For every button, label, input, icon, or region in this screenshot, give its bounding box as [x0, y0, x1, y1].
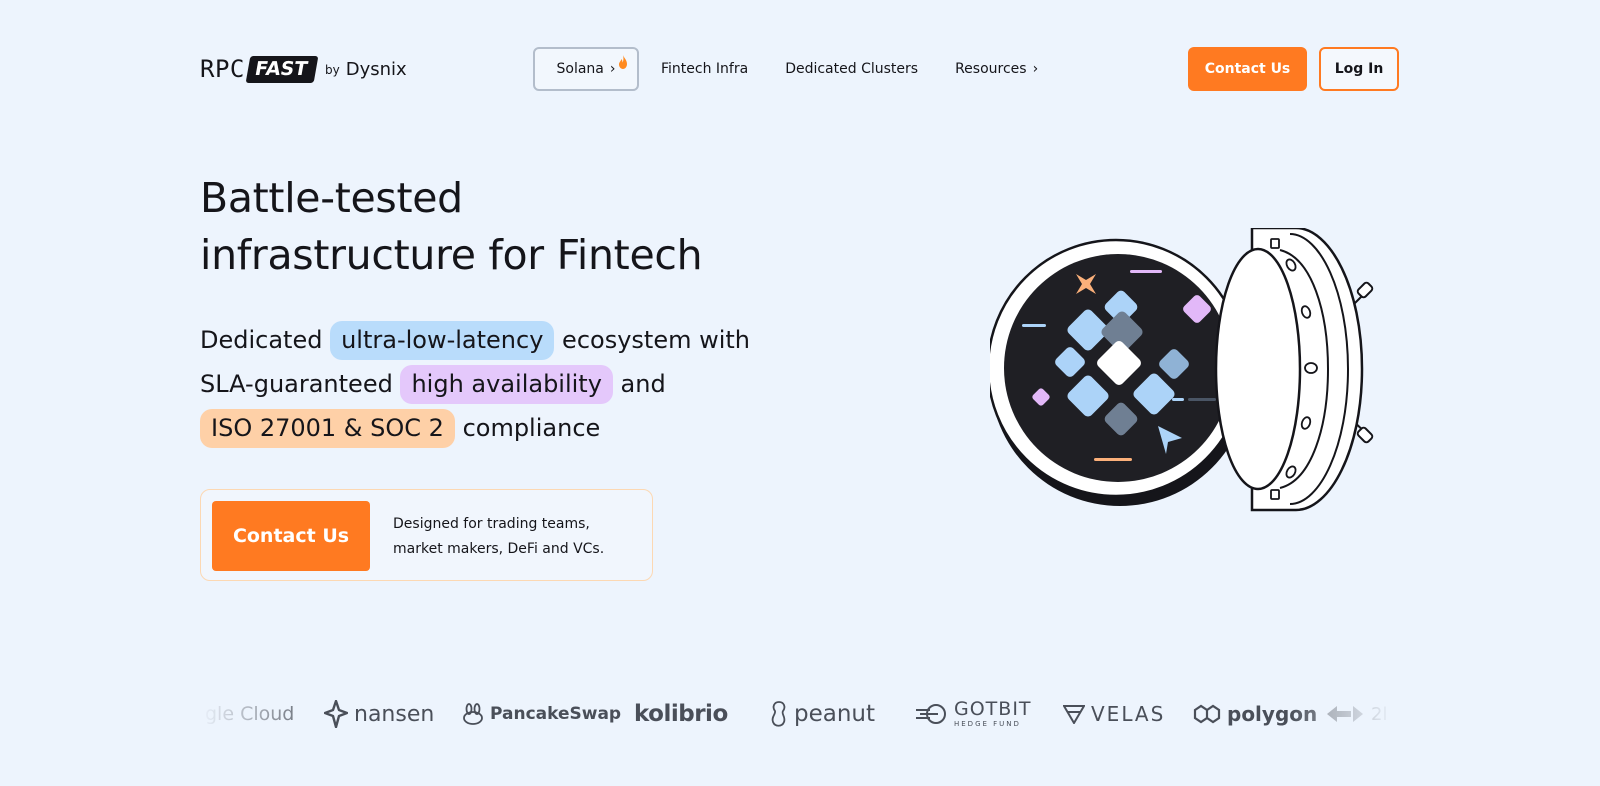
hero-title-line-1: Battle-tested — [200, 174, 463, 222]
partner-nansen-label: nansen — [354, 701, 435, 727]
partner-polygon: polygon — [1193, 702, 1317, 726]
partner-nansen: nansen — [324, 700, 452, 728]
hero-subtitle-row-2: SLA-guaranteed high availability and — [200, 362, 840, 406]
compliance-pill: ISO 27001 & SOC 2 — [200, 409, 455, 448]
partner-gotbit: GOTBIT HEDGE FUND — [914, 700, 1031, 728]
vault-door — [1214, 247, 1302, 491]
cta-text-line-1: Designed for trading teams, — [393, 516, 590, 532]
nav-item-resources[interactable]: Resources › — [955, 61, 1038, 77]
main-nav: Solana › Fintech Infra Dedicated Cluster… — [533, 47, 1038, 91]
gotbit-text: GOTBIT HEDGE FUND — [954, 700, 1032, 728]
nansen-star-icon — [324, 700, 348, 728]
partner-pancakeswap: PancakeSwap — [462, 703, 621, 725]
login-button[interactable]: Log In — [1319, 47, 1399, 91]
hero-title: Battle-tested infrastructure for Fintech — [200, 170, 820, 284]
partner-pancakeswap-label: PancakeSwap — [490, 704, 622, 724]
swap-arrows-icon — [1325, 703, 1365, 725]
logo-rpc-text: RPC — [200, 55, 245, 83]
partner-gotbit-sublabel: HEDGE FUND — [954, 720, 1021, 728]
latency-pill: ultra-low-latency — [330, 321, 555, 360]
partner-polygon-label: polygon — [1227, 702, 1318, 726]
hero-title-line-2: infrastructure for Fintech — [200, 231, 703, 279]
nav-item-fintech-label: Fintech Infra — [661, 61, 749, 77]
subtitle-text: ecosystem with — [554, 326, 751, 354]
partner-arrows-label: 2l — [1371, 703, 1388, 725]
partner-peanut-label: peanut — [794, 701, 876, 727]
chevron-right-icon: › — [609, 61, 616, 77]
fire-icon — [619, 55, 627, 69]
partner-kolibrio-label: kolibrio — [634, 701, 728, 727]
hero-subtitle: Dedicated ultra-low-latency ecosystem wi… — [200, 318, 840, 450]
hero-subtitle-row-3: ISO 27001 & SOC 2 compliance — [200, 406, 840, 450]
availability-pill: high availability — [400, 365, 613, 404]
logo-fast-badge: FAST — [245, 55, 319, 83]
nav-item-dedicated-clusters[interactable]: Dedicated Clusters — [785, 61, 918, 77]
nav-item-solana-label: Solana — [556, 61, 604, 77]
velas-triangle-icon — [1063, 704, 1085, 724]
gotbit-icon — [914, 703, 948, 725]
nav-item-resources-label: Resources — [955, 61, 1027, 77]
partner-google-label: gle Cloud — [205, 703, 295, 725]
rpc-fast-logo[interactable]: RPC FAST by Dysnix — [200, 53, 407, 85]
hero-contact-button[interactable]: Contact Us — [212, 501, 370, 571]
bunny-icon — [462, 703, 484, 725]
hero-subtitle-row-1: Dedicated ultra-low-latency ecosystem wi… — [200, 318, 840, 362]
header-contact-button[interactable]: Contact Us — [1188, 47, 1307, 91]
chevron-right-icon: › — [1032, 61, 1039, 77]
polygon-icon — [1193, 703, 1221, 725]
partner-kolibrio: kolibrio — [634, 701, 742, 727]
subtitle-text: Dedicated — [200, 326, 331, 354]
logo-by-text: by — [325, 63, 340, 77]
subtitle-text: compliance — [454, 414, 601, 442]
subtitle-text: and — [612, 370, 666, 398]
logo-dysnix-text: Dysnix — [345, 58, 407, 80]
hero-cta-description: Designed for trading teams, market maker… — [393, 512, 643, 562]
nav-item-solana[interactable]: Solana › — [533, 47, 639, 91]
site-header: RPC FAST by Dysnix Solana › Fintech Infr… — [0, 0, 1600, 140]
hero-cta-box: Contact Us Designed for trading teams, m… — [200, 489, 653, 581]
partner-velas-label: VELAS — [1091, 702, 1166, 726]
partner-velas: VELAS — [1063, 702, 1163, 726]
nav-item-clusters-label: Dedicated Clusters — [785, 61, 919, 77]
partner-gotbit-label: GOTBIT — [954, 698, 1032, 720]
subtitle-text: SLA-guaranteed — [200, 370, 401, 398]
vault-illustration — [990, 228, 1374, 512]
peanut-icon — [770, 701, 788, 727]
partner-google-cloud: gle Cloud — [205, 703, 300, 725]
partner-peanut: peanut — [770, 701, 884, 727]
nav-item-fintech-infra[interactable]: Fintech Infra — [661, 61, 748, 77]
cta-text-line-2: market makers, DeFi and VCs. — [393, 541, 605, 557]
partner-arrows: 2l — [1325, 703, 1388, 725]
partner-logos: gle Cloud nansen PancakeSwap kolibrio pe… — [200, 692, 1395, 736]
